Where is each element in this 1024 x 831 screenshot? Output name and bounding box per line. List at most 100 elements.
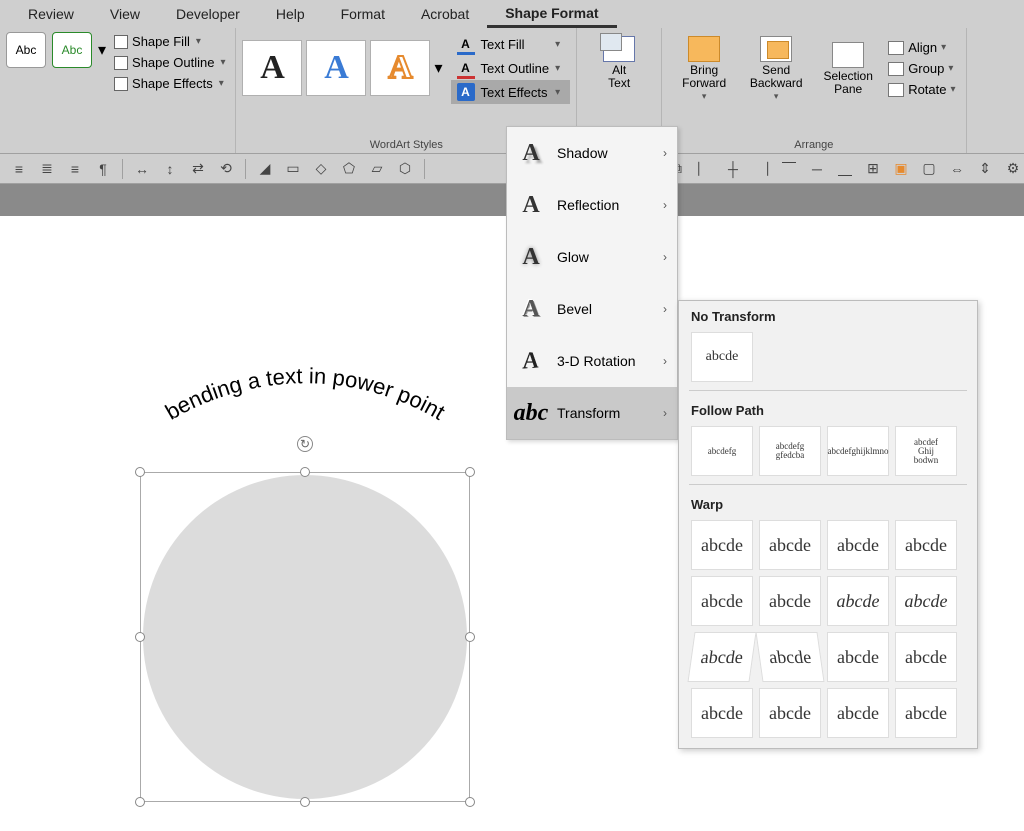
warp-7[interactable]: abcde	[827, 576, 889, 626]
shape-fill-button[interactable]: Shape Fill▾	[110, 32, 229, 51]
warp-16[interactable]: abcde	[895, 688, 957, 738]
shape-effects-button[interactable]: Shape Effects▾	[110, 74, 229, 93]
warp-2[interactable]: abcde	[759, 520, 821, 570]
qat-icon-6[interactable]: ↕	[159, 159, 181, 179]
warp-10[interactable]: abcde	[755, 632, 824, 682]
qat-icon-14[interactable]: ⬡	[394, 159, 416, 179]
selection-frame	[140, 472, 470, 802]
resize-handle-se[interactable]	[465, 797, 475, 807]
shape-style-preview-1[interactable]: Abc	[6, 32, 46, 68]
resize-handle-s[interactable]	[300, 797, 310, 807]
qat-dist-h-icon[interactable]: ⇔	[946, 159, 968, 179]
shape-style-more-icon[interactable]: ▾	[98, 40, 106, 60]
qat-icon-9[interactable]: ◢	[254, 159, 276, 179]
selection-pane-button[interactable]: Selection Pane	[812, 32, 884, 106]
shape-outline-button[interactable]: Shape Outline▾	[110, 53, 229, 72]
qat-icon-4[interactable]: ¶	[92, 159, 114, 179]
wordart-style-1[interactable]: A	[242, 40, 302, 96]
rotate-button[interactable]: Rotate▾	[884, 80, 959, 99]
qat-icon-11[interactable]: ◇	[310, 159, 332, 179]
warp-title: Warp	[691, 497, 965, 512]
qat-order-icon[interactable]: ▣	[890, 159, 912, 179]
menu-review[interactable]: Review	[10, 2, 92, 26]
qat-icon-3[interactable]: ≡	[64, 159, 86, 179]
warp-3[interactable]: abcde	[827, 520, 889, 570]
svg-text:bending a text in power point: bending a text in power point	[161, 363, 449, 425]
qat-settings-icon[interactable]: ⚙	[1002, 159, 1024, 179]
qat-icon-12[interactable]: ⬠	[338, 159, 360, 179]
send-backward-button[interactable]: Send Backward▾	[740, 32, 812, 106]
follow-path-3[interactable]: abcdefghijklmno	[827, 426, 889, 476]
bring-forward-button[interactable]: Bring Forward▾	[668, 32, 740, 106]
menu-help[interactable]: Help	[258, 2, 323, 26]
send-backward-label: Send Backward	[750, 64, 803, 90]
glow-icon: A	[517, 243, 545, 271]
follow-path-2[interactable]: abcdefg gfedcba	[759, 426, 821, 476]
warp-12[interactable]: abcde	[895, 632, 957, 682]
wordart-gallery[interactable]: A A A ▾	[242, 32, 442, 104]
selected-shape[interactable]: ↻	[140, 472, 470, 802]
wordart-style-2[interactable]: A	[306, 40, 366, 96]
warp-8[interactable]: abcde	[895, 576, 957, 626]
effects-3d-rotation[interactable]: A3-D Rotation›	[507, 335, 677, 387]
qat-order2-icon[interactable]: ▢	[918, 159, 940, 179]
align-button[interactable]: Align▾	[884, 38, 959, 57]
text-effects-button[interactable]: AText Effects▾	[451, 80, 571, 104]
qat-icon-5[interactable]: ↔	[131, 159, 153, 179]
warp-14[interactable]: abcde	[759, 688, 821, 738]
resize-handle-w[interactable]	[135, 632, 145, 642]
warp-15[interactable]: abcde	[827, 688, 889, 738]
qat-icon-8[interactable]: ⟲	[215, 159, 237, 179]
group-button[interactable]: Group▾	[884, 59, 959, 78]
qat-align-center-icon[interactable]: ┼	[722, 159, 744, 179]
rotation-handle[interactable]: ↻	[297, 436, 313, 452]
resize-handle-n[interactable]	[300, 467, 310, 477]
qat-icon-1[interactable]: ≡	[8, 159, 30, 179]
qat-icon-10[interactable]: ▭	[282, 159, 304, 179]
warp-5[interactable]: abcde	[691, 576, 753, 626]
effects-bevel[interactable]: ABevel›	[507, 283, 677, 335]
text-outline-button[interactable]: AText Outline▾	[451, 56, 571, 80]
warp-4[interactable]: abcde	[895, 520, 957, 570]
warp-9[interactable]: abcde	[687, 632, 756, 682]
qat-icon-13[interactable]: ▱	[366, 159, 388, 179]
rotate-icon	[888, 83, 904, 97]
qat-icon-7[interactable]: ⇄	[187, 159, 209, 179]
menu-bar: Review View Developer Help Format Acroba…	[0, 0, 1024, 28]
qat-align-middle-icon[interactable]: ─	[806, 159, 828, 179]
resize-handle-e[interactable]	[465, 632, 475, 642]
text-fill-button[interactable]: AText Fill▾	[451, 32, 571, 56]
effects-reflection[interactable]: AReflection›	[507, 179, 677, 231]
warp-13[interactable]: abcde	[691, 688, 753, 738]
warp-11[interactable]: abcde	[827, 632, 889, 682]
transform-none[interactable]: abcde	[691, 332, 753, 382]
menu-acrobat[interactable]: Acrobat	[403, 2, 487, 26]
qat-icon-2[interactable]: ≣	[36, 159, 58, 179]
menu-format[interactable]: Format	[323, 2, 403, 26]
effects-transform[interactable]: abcTransform›	[507, 387, 677, 439]
effects-glow[interactable]: AGlow›	[507, 231, 677, 283]
menu-developer[interactable]: Developer	[158, 2, 258, 26]
effects-bevel-label: Bevel	[557, 301, 592, 317]
follow-path-1[interactable]: abcdefg	[691, 426, 753, 476]
qat-group-icon[interactable]: ⊞	[862, 159, 884, 179]
shape-style-preview-2[interactable]: Abc	[52, 32, 92, 68]
wordart-style-3[interactable]: A	[370, 40, 430, 96]
resize-handle-nw[interactable]	[135, 467, 145, 477]
qat-align-bottom-icon[interactable]: ⎽	[834, 159, 856, 179]
warp-6[interactable]: abcde	[759, 576, 821, 626]
wordart-more-icon[interactable]: ▾	[434, 58, 442, 78]
qat-align-top-icon[interactable]: ⎺	[778, 159, 800, 179]
align-icon	[888, 41, 904, 55]
qat-dist-v-icon[interactable]: ⇕	[974, 159, 996, 179]
follow-path-4[interactable]: abcdef Ghij bodwn	[895, 426, 957, 476]
warp-1[interactable]: abcde	[691, 520, 753, 570]
resize-handle-sw[interactable]	[135, 797, 145, 807]
menu-view[interactable]: View	[92, 2, 158, 26]
resize-handle-ne[interactable]	[465, 467, 475, 477]
menu-shape-format[interactable]: Shape Format	[487, 1, 616, 28]
alt-text-button[interactable]: Alt Text	[583, 32, 655, 94]
effects-shadow[interactable]: AShadow›	[507, 127, 677, 179]
qat-align-right-icon[interactable]: ⎹	[750, 159, 772, 179]
qat-align-left-icon[interactable]: ⎸	[694, 159, 716, 179]
